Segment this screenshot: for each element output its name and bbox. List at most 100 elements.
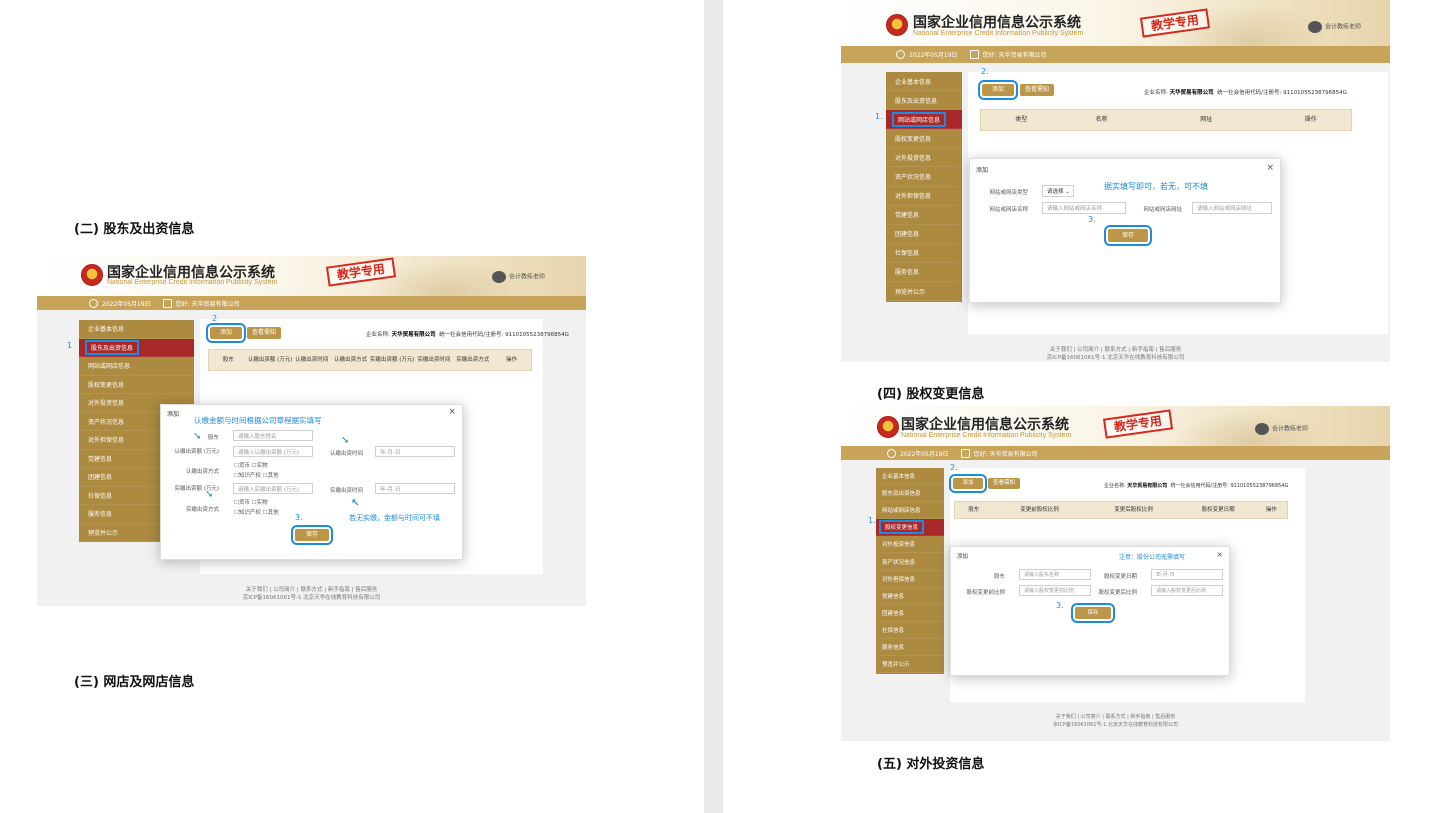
nav-item-basic[interactable]: 企业基本信息 <box>79 320 194 339</box>
paid-time-input[interactable]: 年-月-日 <box>375 483 455 494</box>
nav-item-assets[interactable]: 资产状况信息 <box>876 553 944 571</box>
nav-item-equity[interactable]: 股权变更信息 <box>876 519 944 537</box>
col-header: 名称 <box>1095 116 1108 124</box>
subscribed-method-options-1[interactable]: ☐货币 ☐实物 <box>234 461 268 469</box>
nav-item-preview[interactable]: 预览并公示 <box>876 656 944 674</box>
nav-item-website[interactable]: 网站或网店信息 <box>876 502 944 520</box>
add-button[interactable]: 添加 <box>949 474 987 493</box>
paid-method-options-2[interactable]: ☐知识产权 ☐其他 <box>234 508 279 516</box>
col-header: 实缴出资时间 <box>417 356 451 363</box>
col-header: 认缴出资额 (万元) <box>247 356 293 363</box>
system-banner: 国家企业信用信息公示系统 National Enterprise Credit … <box>37 256 586 296</box>
arrow-icon: ↖ <box>351 498 360 509</box>
nav-item-basic[interactable]: 企业基本信息 <box>886 72 962 92</box>
sidebar-nav: 企业基本信息 股东及出资信息 网站或网店信息 股权变更信息 对外投资信息 资产状… <box>876 468 944 674</box>
add-modal: 添加 × 认缴金额与时间根据公司章程据实填写 ➘ 股东 请输入股东姓名 认缴出资… <box>160 404 463 560</box>
save-button[interactable]: 保存 <box>1071 603 1115 623</box>
label-website-url: 网站或网店网址 <box>1143 207 1182 213</box>
nav-item-investment[interactable]: 对外投资信息 <box>886 148 962 168</box>
nav-item-preview[interactable]: 预览并公示 <box>886 282 962 302</box>
nav-item-shareholder[interactable]: 股东及出资信息 <box>886 91 962 111</box>
nav-item-service[interactable]: 服务信息 <box>876 639 944 657</box>
holder-input[interactable]: 请输入股东名称 <box>1019 569 1091 580</box>
label-change-date: 股权变更日期 <box>1103 574 1137 580</box>
add-button[interactable]: 添加 <box>206 323 246 343</box>
nav-item-equity[interactable]: 股权变更信息 <box>886 129 962 149</box>
nav-item-party[interactable]: 党建信息 <box>876 588 944 605</box>
nav-item-basic[interactable]: 企业基本信息 <box>876 468 944 486</box>
close-icon[interactable]: × <box>1266 163 1274 173</box>
label-before-ratio: 股权变更前比例 <box>966 590 1005 596</box>
company-info: 企业名称: 天华贸易有限公司 统一社会信用代码/注册号: 91101055238… <box>366 332 569 338</box>
nav-item-league[interactable]: 团建信息 <box>876 605 944 622</box>
teaching-stamp: 教学专用 <box>1102 409 1174 439</box>
col-header: 实缴出资方式 <box>456 356 490 363</box>
system-subtitle: National Enterprise Credit Information P… <box>107 279 278 286</box>
label-subscribed-amount: 认缴出资额 (万元) <box>174 449 219 455</box>
nav-item-investment[interactable]: 对外投资信息 <box>876 536 944 554</box>
table-header: 类型 名称 网址 操作 <box>980 109 1352 131</box>
user-avatar-icon <box>1255 423 1269 435</box>
clock-icon <box>887 448 896 458</box>
view-notice-button[interactable]: 查看需知 <box>247 327 281 339</box>
label-paid-method: 实缴出资方式 <box>185 507 219 513</box>
page-footer: 关于我们 | 公司简介 | 联系方式 | 新手指南 | 售后服务 京ICP备16… <box>841 346 1390 362</box>
website-url-input[interactable]: 请输入网站或网店网址 <box>1192 202 1272 214</box>
website-type-select[interactable]: 请选择 ⌄ <box>1042 185 1074 197</box>
close-icon[interactable]: × <box>448 407 456 417</box>
save-button[interactable]: 保存 <box>291 525 333 545</box>
clock-icon <box>89 298 98 308</box>
nav-item-shareholder[interactable]: 股东及出资信息 <box>876 485 944 503</box>
change-date-input[interactable]: 年-月-日 <box>1151 569 1223 580</box>
subscribed-time-input[interactable]: 年-月-日 <box>375 446 455 457</box>
label-shareholder: 股东 <box>207 435 219 441</box>
nav-item-party[interactable]: 党建信息 <box>886 206 962 225</box>
current-org: 您好: 天华贸易有限公司 <box>973 450 1038 458</box>
col-header: 股东 <box>222 356 234 363</box>
footer-links[interactable]: 关于我们 | 公司简介 | 联系方式 | 新手指南 | 售后服务 <box>37 586 586 594</box>
subscribed-method-options-2[interactable]: ☐知识产权 ☐其他 <box>234 471 279 479</box>
current-org: 您好: 天华贸易有限公司 <box>982 52 1047 59</box>
after-ratio-input[interactable]: 请输入股权变更后比例 <box>1151 585 1223 596</box>
shareholder-input[interactable]: 请输入股东姓名 <box>233 430 313 441</box>
footer-links[interactable]: 关于我们 | 公司简介 | 联系方式 | 新手指南 | 售后服务 <box>841 346 1390 354</box>
step-marker-3: 3. <box>295 513 303 522</box>
website-name-input[interactable]: 请输入网站或网店名称 <box>1042 202 1126 214</box>
nav-item-league[interactable]: 团建信息 <box>886 225 962 244</box>
section-heading-equity: (四) 股权变更信息 <box>877 387 985 402</box>
label-after-ratio: 股权变更后比例 <box>1098 590 1137 596</box>
user-menu[interactable]: 会计教练老师 <box>492 271 545 283</box>
label-subscribed-time: 认缴出资时间 <box>329 451 363 457</box>
paid-amount-input[interactable]: 请输入实缴出资额 (万元) <box>233 483 313 494</box>
view-notice-button[interactable]: 查看需知 <box>1020 84 1054 96</box>
save-button[interactable]: 保存 <box>1104 225 1152 246</box>
nav-item-website[interactable]: 网站或网店信息 <box>79 357 194 376</box>
current-org: 您好: 天华贸易有限公司 <box>175 300 240 308</box>
nav-item-guarantee[interactable]: 对外担保信息 <box>886 187 962 206</box>
footer-links[interactable]: 关于我们 | 公司简介 | 联系方式 | 新手指南 | 售后服务 <box>841 714 1390 722</box>
national-emblem-icon <box>877 416 899 438</box>
user-menu[interactable]: 会计教练老师 <box>1308 21 1361 33</box>
add-button[interactable]: 添加 <box>978 80 1018 100</box>
info-bar: 2022年05月19日 您好: 天华贸易有限公司 <box>841 446 1390 460</box>
view-notice-button[interactable]: 查看需知 <box>988 478 1020 489</box>
nav-item-social[interactable]: 社保信息 <box>886 244 962 263</box>
nav-item-assets[interactable]: 资产状况信息 <box>886 167 962 187</box>
screenshot-website: 国家企业信用信息公示系统 National Enterprise Credit … <box>841 0 1390 362</box>
add-modal: 添加 × 据实填写即可，若无，可不填 网站或网店类型 请选择 ⌄ 网站或网店名称… <box>969 158 1281 303</box>
nav-item-service[interactable]: 服务信息 <box>886 263 962 283</box>
step-marker-2: 2. <box>981 67 989 76</box>
user-menu[interactable]: 会计教练老师 <box>1255 423 1308 435</box>
close-icon[interactable]: × <box>1216 550 1223 559</box>
nav-item-equity[interactable]: 股权变更信息 <box>79 376 194 394</box>
paid-method-options-1[interactable]: ☐货币 ☐实物 <box>234 498 268 506</box>
section-heading-website: (三) 网店及网店信息 <box>74 675 195 690</box>
subscribed-amount-input[interactable]: 请输入认缴出资额 (万元) <box>233 446 313 457</box>
col-header: 网址 <box>1200 116 1213 124</box>
nav-item-guarantee[interactable]: 对外担保信息 <box>876 571 944 588</box>
section-heading-investment: (五) 对外投资信息 <box>877 757 985 772</box>
before-ratio-input[interactable]: 请输入股权变更前比例 <box>1019 585 1091 596</box>
nav-item-shareholder[interactable]: 股东及出资信息 <box>79 338 194 357</box>
nav-item-website[interactable]: 网站或网店信息 <box>886 110 962 130</box>
nav-item-social[interactable]: 社保信息 <box>876 622 944 639</box>
